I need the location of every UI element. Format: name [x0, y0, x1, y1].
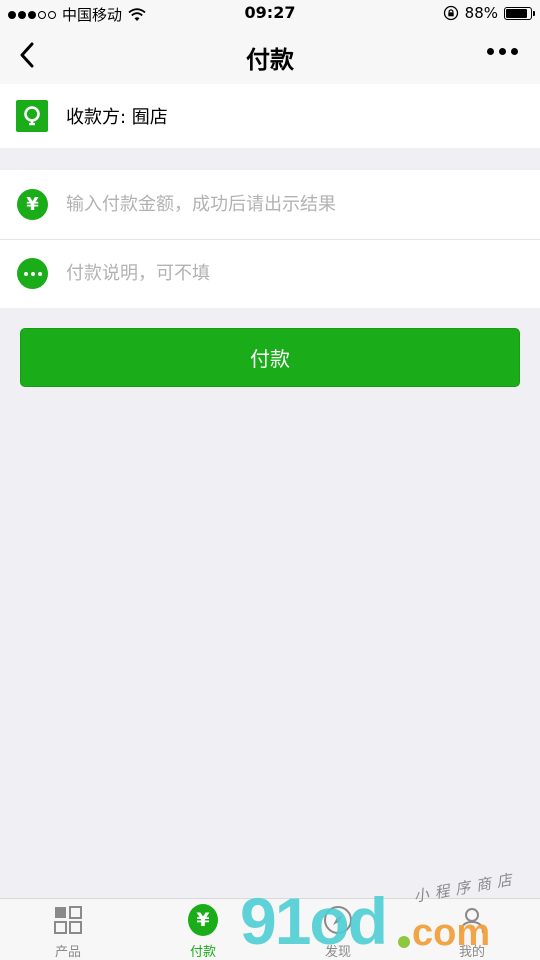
tab-pay[interactable]: ¥ 付款	[153, 904, 253, 960]
battery-percent: 88%	[464, 4, 498, 22]
tab-me[interactable]: 我的	[422, 905, 522, 960]
payee-label: 收款方: 囿店	[66, 107, 168, 128]
more-dot-icon	[511, 48, 518, 55]
orientation-lock-icon	[443, 5, 458, 21]
amount-input[interactable]	[66, 194, 506, 215]
merchant-row: 收款方: 囿店	[0, 84, 540, 148]
status-right: 88%	[443, 4, 535, 22]
amount-row: ¥	[0, 170, 540, 239]
nav-bar: 付款	[0, 28, 540, 84]
more-options-button[interactable]	[487, 48, 518, 55]
tab-label: 付款	[189, 945, 216, 960]
tab-label: 发现	[324, 945, 351, 960]
merchant-logo-icon	[16, 100, 48, 132]
tab-discover[interactable]: 发现	[288, 905, 388, 960]
page-title: 付款	[246, 46, 294, 74]
tab-label: 产品	[54, 945, 81, 960]
tab-bar: 产品 ¥ 付款 发现 我的	[0, 898, 540, 960]
more-dot-icon	[487, 48, 494, 55]
compass-icon	[323, 905, 353, 935]
person-icon	[457, 905, 487, 935]
more-dot-icon	[499, 48, 506, 55]
yen-icon: ¥	[17, 189, 48, 220]
tab-products[interactable]: 产品	[18, 905, 118, 960]
ellipsis-icon	[17, 258, 48, 289]
pay-button[interactable]: 付款	[20, 328, 520, 387]
grid-icon	[53, 905, 83, 935]
tab-label: 我的	[458, 945, 485, 960]
yen-icon: ¥	[188, 904, 218, 936]
battery-icon	[504, 6, 535, 20]
note-row	[0, 239, 540, 308]
status-bar: 中国移动 09:27 88%	[0, 0, 540, 28]
payment-form: ¥	[0, 170, 540, 308]
note-input[interactable]	[66, 263, 506, 284]
